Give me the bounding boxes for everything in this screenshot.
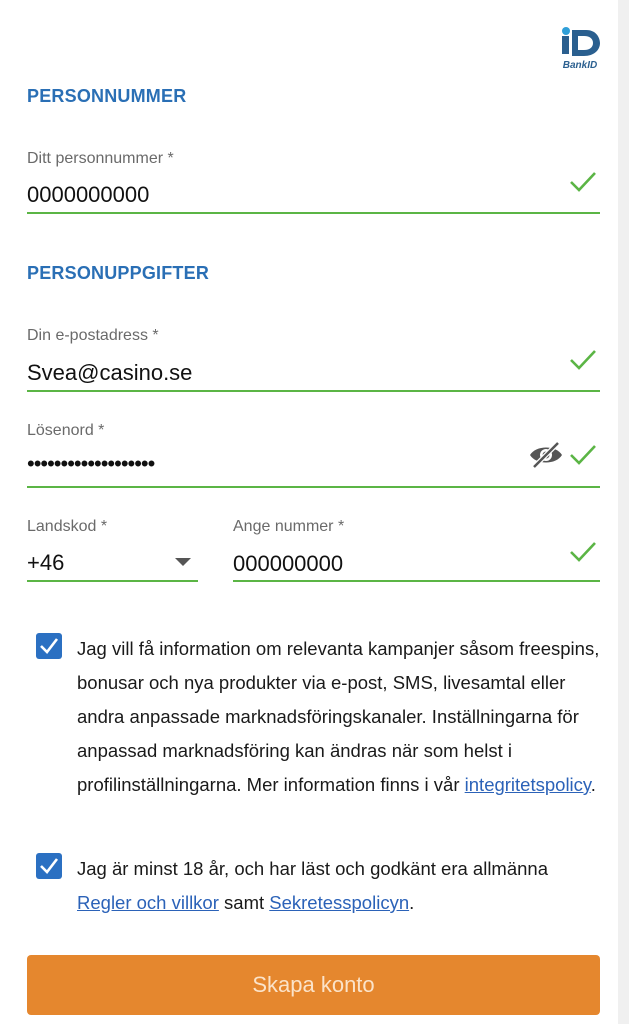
marketing-consent-body: Jag vill få information om relevanta kam… xyxy=(77,638,600,795)
terms-consent-suffix: . xyxy=(409,892,415,913)
password-label: Lösenord * xyxy=(27,422,105,439)
personnummer-input[interactable]: 0000000000 xyxy=(27,182,149,208)
email-label: Din e-postadress * xyxy=(27,327,159,344)
page-edge xyxy=(618,0,629,1024)
bankid-logo-icon: BankID xyxy=(562,27,600,70)
personnummer-underline xyxy=(27,212,600,214)
email-checkmark-icon xyxy=(570,350,596,370)
eye-off-icon[interactable] xyxy=(528,440,564,470)
privacy-policy-link[interactable]: integritetspolicy xyxy=(465,774,591,795)
section-title-personnummer: PERSONNUMMER xyxy=(27,86,187,106)
phone-underline xyxy=(233,580,600,582)
create-account-button[interactable]: Skapa konto xyxy=(27,955,600,1015)
password-checkmark-icon xyxy=(570,445,596,465)
terms-link[interactable]: Regler och villkor xyxy=(77,892,219,913)
email-input[interactable]: Svea@casino.se xyxy=(27,360,192,386)
caret-down-icon[interactable] xyxy=(175,558,191,566)
personnummer-label: Ditt personnummer * xyxy=(27,150,174,167)
email-underline xyxy=(27,390,600,392)
marketing-consent-suffix: . xyxy=(590,774,596,795)
signup-form: BankID PERSONNUMMER Ditt personnummer * … xyxy=(0,0,618,1024)
checkbox-checked-icon xyxy=(40,638,59,654)
terms-consent-text: Jag är minst 18 år, och har läst och god… xyxy=(77,852,607,920)
country-code-label: Landskod * xyxy=(27,518,108,535)
section-title-personuppgifter: PERSONUPPGIFTER xyxy=(27,263,210,283)
phone-label: Ange nummer * xyxy=(233,518,345,535)
country-code-underline xyxy=(27,580,198,582)
personnummer-checkmark-icon xyxy=(570,172,596,192)
terms-consent-middle: samt xyxy=(218,892,270,913)
terms-checkbox[interactable] xyxy=(36,853,62,879)
marketing-consent-text: Jag vill få information om relevanta kam… xyxy=(77,632,607,802)
password-underline xyxy=(27,486,600,488)
privacy-notice-link[interactable]: Sekretesspolicyn xyxy=(269,892,409,913)
password-input[interactable]: ••••••••••••••••••• xyxy=(27,451,155,477)
terms-consent-body: Jag är minst 18 år, och har läst och god… xyxy=(77,858,548,879)
bankid-logo-text: BankID xyxy=(563,60,597,70)
marketing-checkbox[interactable] xyxy=(36,633,62,659)
country-code-select[interactable]: +46 xyxy=(27,550,64,576)
checkbox-checked-icon xyxy=(40,858,59,874)
phone-checkmark-icon xyxy=(570,542,596,562)
phone-input[interactable]: 000000000 xyxy=(233,551,343,577)
